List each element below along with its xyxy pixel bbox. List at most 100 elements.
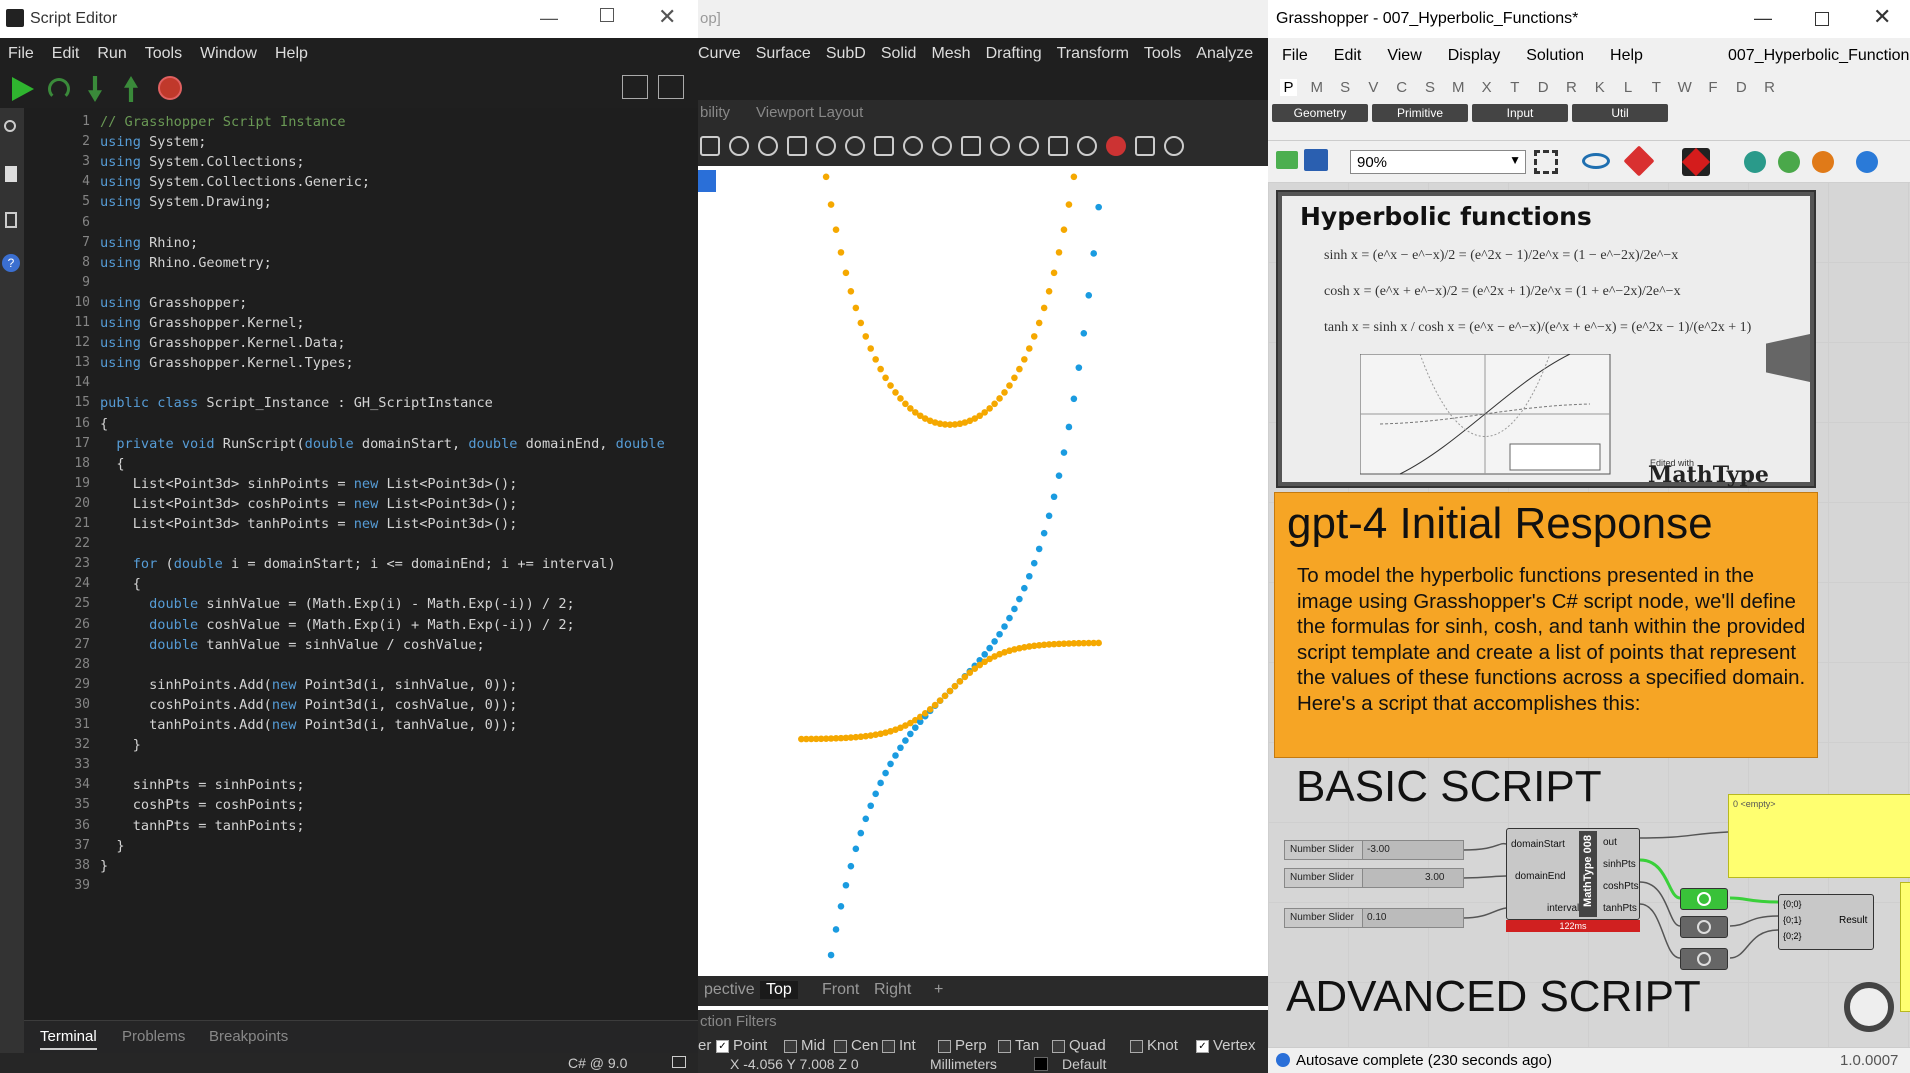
tab-viewport-layout[interactable]: Viewport Layout — [756, 104, 863, 121]
zoom-selected-icon[interactable] — [1019, 136, 1039, 156]
checkbox[interactable]: ✓ — [1196, 1039, 1209, 1053]
component-tab[interactable]: L — [1620, 79, 1637, 96]
osnap-option[interactable]: ✓ Point — [716, 1037, 767, 1054]
menu-item[interactable]: Edit — [52, 45, 80, 62]
menu-item[interactable]: Display — [1448, 47, 1500, 64]
component-tab[interactable]: M — [1450, 79, 1467, 96]
component-tab[interactable]: X — [1478, 79, 1495, 96]
maximize-icon[interactable] — [1815, 12, 1829, 26]
side-panel[interactable] — [1900, 882, 1910, 1012]
tab-visibility[interactable]: bility — [700, 104, 730, 121]
component-tab[interactable]: W — [1676, 79, 1693, 96]
osnap-option[interactable]: Tan — [998, 1037, 1039, 1054]
tab-problems[interactable]: Problems — [122, 1028, 185, 1045]
undo-icon[interactable] — [845, 136, 865, 156]
menu-item[interactable]: SubD — [826, 45, 866, 62]
cut-icon[interactable] — [758, 136, 778, 156]
osnap-option[interactable]: Perp — [938, 1037, 987, 1054]
component-tab[interactable]: R — [1761, 79, 1778, 96]
car-icon[interactable] — [1106, 136, 1126, 156]
stop-icon[interactable] — [158, 76, 182, 100]
preview-eye-icon[interactable] — [1582, 153, 1610, 169]
toggle-panel-icon[interactable] — [658, 75, 684, 99]
save-file-icon[interactable] — [1304, 149, 1328, 171]
component-tab[interactable]: S — [1337, 79, 1354, 96]
checkbox[interactable] — [784, 1039, 797, 1053]
menu-item[interactable]: Mesh — [931, 45, 970, 62]
language-status[interactable]: C# @ 9.0 — [568, 1055, 627, 1071]
zoom-extents-icon[interactable] — [990, 136, 1010, 156]
tab-terminal[interactable]: Terminal — [40, 1028, 97, 1050]
menu-item[interactable]: Tools — [145, 45, 182, 62]
osnap-option[interactable]: Knot — [1130, 1037, 1178, 1054]
checkbox[interactable] — [882, 1039, 895, 1053]
osnap-option[interactable]: Cen — [834, 1037, 879, 1054]
checkbox[interactable] — [1130, 1039, 1143, 1053]
menu-item[interactable]: Help — [1610, 47, 1643, 64]
viewport-tab[interactable]: + — [928, 981, 949, 999]
rotate-icon[interactable] — [1048, 136, 1068, 156]
step-into-icon[interactable] — [88, 76, 102, 102]
menu-item[interactable]: Run — [97, 45, 126, 62]
interval-slider[interactable]: Number Slider 0.10 — [1284, 908, 1464, 928]
domain-end-slider[interactable]: Number Slider 3.00 — [1284, 868, 1464, 888]
paste-icon[interactable] — [729, 136, 749, 156]
tanh-preview-component[interactable] — [1680, 948, 1728, 970]
menu-item[interactable]: Solid — [881, 45, 917, 62]
category-button[interactable]: Util — [1572, 104, 1668, 122]
checkbox[interactable] — [998, 1039, 1011, 1053]
menu-item[interactable]: Drafting — [986, 45, 1042, 62]
close-icon[interactable]: ✕ — [1873, 4, 1891, 30]
units-display[interactable]: Millimeters — [930, 1056, 997, 1072]
menu-item[interactable]: Transform — [1057, 45, 1129, 62]
menu-item[interactable]: Solution — [1526, 47, 1584, 64]
brush-icon[interactable] — [1623, 145, 1655, 177]
category-button[interactable]: Primitive — [1372, 104, 1468, 122]
copy-icon[interactable] — [700, 136, 720, 156]
material-icon[interactable] — [1812, 151, 1834, 173]
checkbox[interactable] — [834, 1039, 847, 1053]
csharp-script-component[interactable]: domainStart domainEnd interval MathType … — [1506, 828, 1640, 920]
shaded-preview-icon[interactable] — [1778, 151, 1800, 173]
menu-item[interactable]: Analyze — [1196, 45, 1253, 62]
tab-breakpoints[interactable]: Breakpoints — [209, 1028, 288, 1045]
osnap-option[interactable]: ✓ Vertex — [1196, 1037, 1256, 1054]
toggle-sidebar-icon[interactable] — [622, 75, 648, 99]
component-tab[interactable]: S — [1421, 79, 1438, 96]
category-button[interactable]: Input — [1472, 104, 1568, 122]
search-icon[interactable] — [4, 120, 16, 132]
component-tab[interactable]: T — [1506, 79, 1523, 96]
menu-item[interactable]: Tools — [1144, 45, 1181, 62]
top-viewport[interactable] — [698, 166, 1268, 976]
menu-item[interactable]: Surface — [756, 45, 811, 62]
component-tab[interactable]: T — [1648, 79, 1665, 96]
component-tab[interactable]: V — [1365, 79, 1382, 96]
zoom-extents-icon[interactable] — [1534, 150, 1558, 174]
minimize-icon[interactable]: — — [1754, 8, 1772, 29]
checkbox[interactable] — [938, 1039, 951, 1053]
layer-display[interactable]: Default — [1062, 1056, 1106, 1072]
menu-item[interactable]: View — [1387, 47, 1421, 64]
osnap-option[interactable]: Quad — [1052, 1037, 1106, 1054]
list-icon[interactable] — [5, 212, 17, 228]
sphere-icon[interactable] — [1856, 151, 1878, 173]
component-tab[interactable]: M — [1308, 79, 1325, 96]
paste-icon[interactable] — [816, 136, 836, 156]
light-icon[interactable] — [1135, 136, 1155, 156]
component-tab[interactable]: D — [1733, 79, 1750, 96]
component-tab[interactable]: F — [1704, 79, 1721, 96]
menu-item[interactable]: File — [1282, 47, 1308, 64]
menu-item[interactable]: Help — [275, 45, 308, 62]
zoom-select[interactable]: 90% ▼ — [1350, 150, 1526, 174]
pan-icon[interactable] — [874, 136, 894, 156]
output-panel[interactable]: 0 <empty> — [1728, 794, 1910, 878]
checkbox[interactable] — [1052, 1039, 1065, 1053]
zoom-window-icon[interactable] — [961, 136, 981, 156]
osnap-option[interactable]: Mid — [784, 1037, 825, 1054]
copy-icon[interactable] — [787, 136, 807, 156]
run-icon[interactable] — [12, 77, 34, 101]
zoom-icon[interactable] — [932, 136, 952, 156]
sinh-preview-component[interactable] — [1680, 888, 1728, 910]
osnap-option[interactable]: Int — [882, 1037, 916, 1054]
viewport-tab[interactable]: Right — [868, 981, 917, 999]
